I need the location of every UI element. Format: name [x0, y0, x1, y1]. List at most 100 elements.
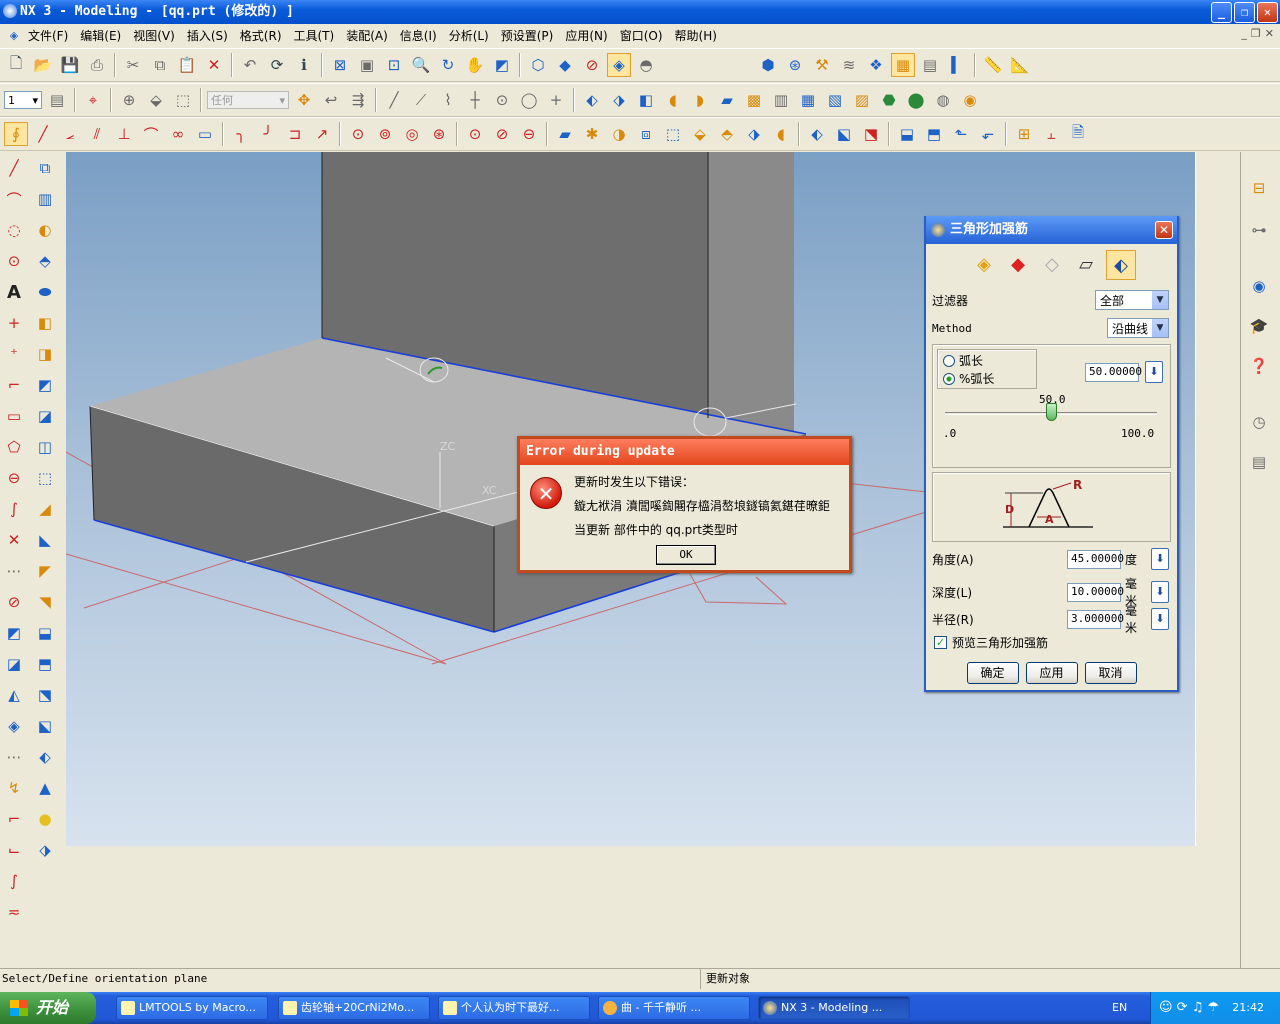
task-word-doc[interactable]: 齿轮轴+20CrNi2Mo... — [278, 996, 430, 1020]
offset-curve-icon[interactable]: ⌐ — [2, 373, 26, 397]
arc-length-options-button[interactable]: ⬇ — [1145, 361, 1163, 383]
more-tools-icon[interactable]: ⋯ — [2, 559, 26, 583]
open-folder-icon[interactable]: 📂 — [31, 53, 55, 77]
tube-feature-icon[interactable]: ⬚ — [33, 466, 57, 490]
point-set-icon[interactable]: ◎ — [400, 122, 424, 146]
arc-tool-icon[interactable]: ⌒ — [2, 187, 26, 211]
undo-icon[interactable]: ↶ — [238, 53, 262, 77]
menu-format[interactable]: 格式(R) — [234, 27, 288, 44]
deselect-icon[interactable]: ↩ — [319, 88, 343, 112]
measure-angle-icon[interactable]: 📐 — [1008, 53, 1032, 77]
sweep-tool-icon[interactable]: ↯ — [2, 776, 26, 800]
preview-checkbox[interactable]: ✓ — [934, 636, 947, 649]
point-tool-icon[interactable]: + — [2, 311, 26, 335]
shell-icon[interactable]: ⬓ — [895, 122, 919, 146]
orient-view-icon[interactable]: ⬡ — [526, 53, 550, 77]
tube-icon[interactable]: ⧈ — [634, 122, 658, 146]
transform-icon[interactable]: ⬚ — [171, 88, 195, 112]
snap-center-icon[interactable]: ⊙ — [490, 88, 514, 112]
block-feature-icon[interactable]: ▥ — [33, 187, 57, 211]
edit-curve-icon[interactable]: ⌙ — [2, 838, 26, 862]
point-set-tool-icon[interactable]: ⁺ — [2, 342, 26, 366]
menu-analysis[interactable]: 分析(L) — [443, 27, 495, 44]
circle-tool-icon[interactable]: ◌ — [2, 218, 26, 242]
sketch-icon[interactable]: ∮ — [4, 122, 28, 146]
point-icon[interactable]: ⊙ — [346, 122, 370, 146]
depth-input[interactable]: 10.00000 — [1067, 582, 1124, 602]
pocket-icon[interactable]: ⬘ — [715, 122, 739, 146]
copy-icon[interactable]: ⧉ — [148, 53, 172, 77]
polygon-tool-icon[interactable]: ⬠ — [2, 435, 26, 459]
menu-edit[interactable]: 编辑(E) — [74, 27, 127, 44]
system-materials-icon[interactable]: ▤ — [1247, 450, 1271, 474]
repeat-command-icon[interactable]: ⟳ — [265, 53, 289, 77]
web-browser-icon[interactable]: ◉ — [1247, 274, 1271, 298]
extrude-icon[interactable]: ▰ — [553, 122, 577, 146]
selection-filter-select[interactable]: 任何 ▾ — [207, 91, 289, 109]
mirror-icon[interactable]: ⫠ — [1039, 122, 1063, 146]
split-body-icon[interactable]: ⬐ — [976, 122, 1000, 146]
menu-assembly[interactable]: 装配(A) — [340, 27, 394, 44]
rectangle-tool-icon[interactable]: ▭ — [2, 404, 26, 428]
radius-input[interactable]: 3.000000 — [1067, 609, 1124, 629]
select-all-icon[interactable]: ✥ — [292, 88, 316, 112]
mdi-close-icon[interactable]: ✕ — [1265, 27, 1274, 40]
face-blend-icon[interactable]: ⬕ — [832, 122, 856, 146]
groove-feature-icon[interactable]: ◪ — [33, 404, 57, 428]
select-curve-icon[interactable]: ◗ — [688, 88, 712, 112]
zoom-window-icon[interactable]: ▣ — [355, 53, 379, 77]
select-face-icon[interactable]: ◧ — [634, 88, 658, 112]
circle-center-icon[interactable]: ⊙ — [2, 249, 26, 273]
zoom-in-out-icon[interactable]: 🔍 — [409, 53, 433, 77]
manufacturing-icon[interactable]: ⚒ — [810, 53, 834, 77]
select-sheet-icon[interactable]: ▰ — [715, 88, 739, 112]
active-app-icon[interactable]: ▦ — [891, 53, 915, 77]
task-nx-modeling[interactable]: NX 3 - Modeling ... — [758, 996, 910, 1020]
render-style-icon[interactable]: ◓ — [634, 53, 658, 77]
select-boundary-icon[interactable]: ◉ — [958, 88, 982, 112]
chamfer-curve-icon[interactable]: ╯ — [256, 122, 280, 146]
arc-length-input[interactable]: 50.00000 — [1085, 363, 1142, 382]
apply-button[interactable]: 应用 — [1025, 662, 1078, 684]
chamfer-icon[interactable]: ⬔ — [859, 122, 883, 146]
hole-icon[interactable]: ⬚ — [661, 122, 685, 146]
spline-tool-icon[interactable]: ∫ — [2, 497, 26, 521]
analysis-tool-icon[interactable]: ⊛ — [783, 53, 807, 77]
orientation-plane-icon[interactable]: ⬖ — [1106, 250, 1136, 280]
feature-op-icon[interactable]: ⧉ — [33, 156, 57, 180]
history-icon[interactable]: ◷ — [1247, 410, 1271, 434]
angle-options-button[interactable]: ⬇ — [1151, 548, 1169, 570]
hyperbola-icon[interactable]: ⊖ — [517, 122, 541, 146]
language-indicator[interactable]: EN — [1112, 992, 1127, 1024]
sew-feature-icon[interactable]: ⬔ — [33, 683, 57, 707]
pattern-feature-icon[interactable]: ⬒ — [33, 652, 57, 676]
trim-curve-icon[interactable]: ⊐ — [283, 122, 307, 146]
datum-csys-icon[interactable]: ⬗ — [33, 838, 57, 862]
revolve-feature-icon[interactable]: ◐ — [33, 218, 57, 242]
paste-icon[interactable]: 📋 — [175, 53, 199, 77]
slider-thumb[interactable] — [1046, 403, 1057, 421]
rectangle-icon[interactable]: ▭ — [193, 122, 217, 146]
trim-body-icon[interactable]: ⬑ — [949, 122, 973, 146]
hole-feature-icon[interactable]: ◩ — [33, 373, 57, 397]
menu-help[interactable]: 帮助(H) — [669, 27, 723, 44]
slot-icon[interactable]: ◖ — [769, 122, 793, 146]
depth-options-button[interactable]: ⬇ — [1151, 581, 1169, 603]
pad-icon[interactable]: ⬗ — [742, 122, 766, 146]
minimize-button[interactable]: _ — [1211, 2, 1232, 23]
print-icon[interactable]: ⎙ — [85, 53, 109, 77]
perspective-icon[interactable]: ◩ — [490, 53, 514, 77]
drafting-icon[interactable]: ▤ — [918, 53, 942, 77]
snap-existing-icon[interactable]: + — [544, 88, 568, 112]
select-body-icon[interactable]: ⬗ — [607, 88, 631, 112]
cancel-button[interactable]: 取消 — [1084, 662, 1137, 684]
fillet-curve-icon[interactable]: ╮ — [229, 122, 253, 146]
move-object-icon[interactable]: ⬙ — [144, 88, 168, 112]
assembly-navigator-icon[interactable]: ⊟ — [1247, 176, 1271, 200]
edge-blend-icon[interactable]: ⬖ — [805, 122, 829, 146]
select-group-icon[interactable]: ▨ — [850, 88, 874, 112]
menu-file[interactable]: 文件(F) — [22, 27, 74, 44]
select-region-icon[interactable]: ⬣ — [877, 88, 901, 112]
select-pattern-icon[interactable]: ▧ — [823, 88, 847, 112]
select-component-icon[interactable]: ▦ — [796, 88, 820, 112]
